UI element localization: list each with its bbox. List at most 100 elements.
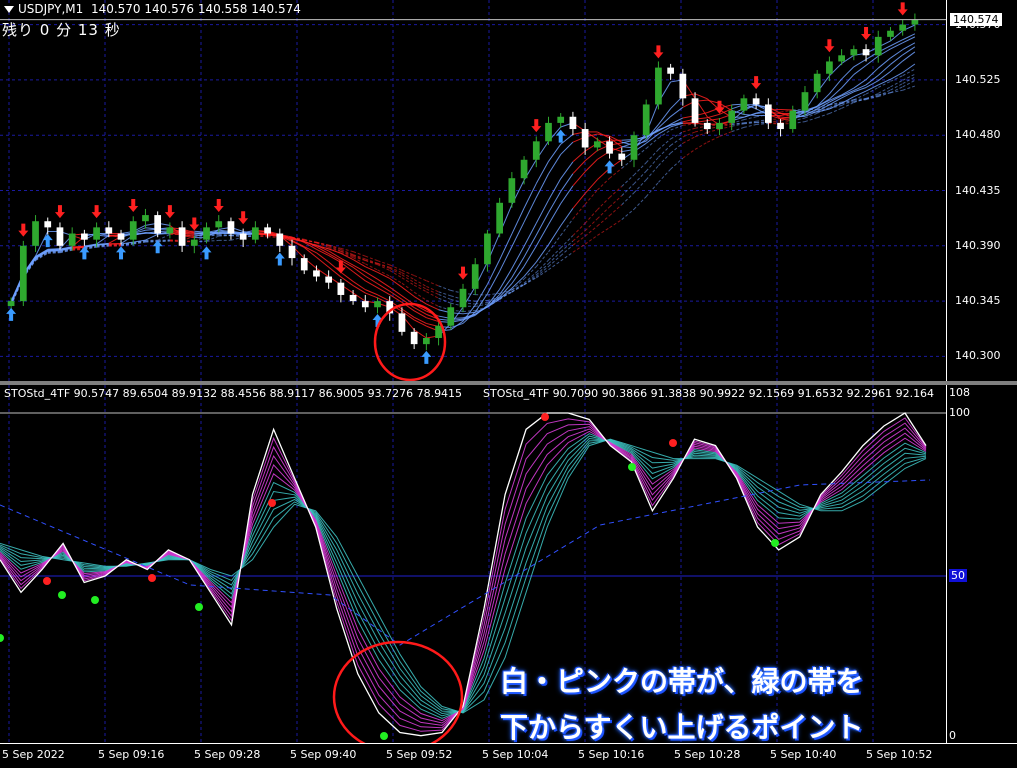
sell-arrow-icon — [751, 76, 761, 89]
ma-ribbon-segment — [719, 132, 731, 137]
candle-body — [765, 104, 772, 122]
ma-ribbon-segment — [890, 43, 902, 49]
sell-arrow-icon — [898, 2, 908, 15]
candle-body — [667, 68, 674, 74]
candle-body — [692, 98, 699, 123]
candle-body — [93, 227, 100, 239]
time-axis[interactable]: 5 Sep 20225 Sep 09:165 Sep 09:285 Sep 09… — [0, 743, 1017, 768]
ma-ribbon-segment — [548, 179, 560, 201]
ma-ribbon-segment — [573, 236, 585, 245]
ma-ribbon-segment — [610, 205, 622, 216]
buy-arrow-icon — [43, 234, 53, 247]
price-chart-pane[interactable] — [0, 0, 946, 381]
time-tick-label: 5 Sep 09:40 — [290, 748, 356, 761]
candle-body — [57, 227, 64, 245]
ma-ribbon-segment — [524, 246, 536, 266]
ma-ribbon-segment — [561, 219, 573, 236]
candle-body — [301, 258, 308, 270]
ma-ribbon-segment — [414, 296, 426, 304]
indicator-axis[interactable]: 108100500 — [946, 385, 1017, 743]
time-tick-label: 5 Sep 10:28 — [674, 748, 740, 761]
dropdown-triangle-icon[interactable] — [4, 6, 14, 13]
ma-ribbon-segment — [426, 289, 438, 294]
candle-body — [240, 234, 247, 240]
stochastic-buy-dot — [380, 732, 388, 740]
ma-ribbon-segment — [829, 79, 841, 94]
candle-body — [44, 221, 51, 227]
sell-arrow-icon — [55, 205, 65, 218]
ma-ribbon-segment — [646, 166, 658, 180]
sell-arrow-icon — [824, 39, 834, 52]
ma-ribbon-segment — [512, 246, 524, 268]
ma-ribbon-segment — [378, 288, 390, 295]
ma-ribbon-segment — [585, 219, 597, 231]
annotation-line-1: 白・ピンクの帯が、緑の帯を — [500, 660, 863, 700]
ma-ribbon-segment — [658, 139, 670, 150]
ma-ribbon-segment — [353, 255, 365, 260]
ma-ribbon-segment — [548, 204, 560, 225]
indicator-level-100-tag: 100 — [949, 406, 970, 419]
ma-ribbon-segment — [658, 169, 670, 182]
indicator-label-left: STOStd_4TF 90.5747 89.6504 89.9132 88.45… — [4, 387, 462, 400]
buy-arrow-icon — [202, 246, 212, 259]
ma-ribbon-segment — [744, 124, 756, 127]
candle-body — [521, 160, 528, 178]
candle-body — [167, 227, 174, 233]
ma-ribbon-segment — [316, 257, 328, 267]
candle-body — [69, 234, 76, 246]
ma-ribbon-segment — [158, 241, 170, 242]
indicator-axis-max: 108 — [949, 386, 970, 399]
ma-ribbon-segment — [585, 150, 597, 160]
ma-ribbon-segment — [622, 158, 634, 168]
ma-ribbon-segment — [854, 80, 866, 88]
stochastic-buy-dot — [0, 634, 4, 642]
ma-ribbon-segment — [536, 213, 548, 236]
ma-ribbon-segment — [707, 129, 719, 132]
candle-body — [374, 301, 381, 307]
ma-ribbon-segment — [512, 222, 524, 247]
ma-ribbon-segment — [890, 80, 902, 87]
ma-ribbon-segment — [536, 174, 548, 198]
candle-body — [484, 234, 491, 265]
candle-body — [105, 227, 112, 233]
ma-ribbon-segment — [414, 311, 426, 318]
ma-ribbon-segment — [585, 180, 597, 194]
candle-body — [655, 68, 662, 105]
ma-ribbon-segment — [585, 190, 597, 204]
ma-ribbon-segment — [341, 272, 353, 281]
candle-body — [81, 234, 88, 240]
ma-ribbon-segment — [475, 304, 487, 306]
candle-body — [142, 215, 149, 221]
ma-ribbon-segment — [622, 209, 634, 219]
price-chart-svg[interactable] — [0, 0, 946, 381]
candle-body — [350, 295, 357, 301]
highlight-circle — [375, 304, 445, 380]
price-axis[interactable]: 140.570140.525140.480140.435140.390140.3… — [946, 0, 1017, 381]
ma-ribbon-segment — [683, 149, 695, 158]
ma-ribbon-segment — [597, 197, 609, 209]
ma-ribbon-segment — [597, 207, 609, 219]
candle-body — [704, 123, 711, 129]
ma-ribbon-segment — [378, 284, 390, 292]
ma-ribbon-segment — [561, 208, 573, 225]
sell-arrow-icon — [531, 119, 541, 132]
ma-ribbon-segment — [597, 178, 609, 190]
stochastic-sell-dot — [148, 574, 156, 582]
ma-ribbon-segment — [548, 226, 560, 245]
ma-ribbon-segment — [695, 94, 707, 99]
candle-body — [447, 307, 454, 325]
candle-body — [215, 221, 222, 227]
ma-ribbon-segment — [536, 161, 548, 183]
ma-ribbon-segment — [707, 136, 719, 142]
candle-body — [264, 227, 271, 233]
price-tick-label: 140.300 — [955, 349, 1001, 362]
buy-arrow-icon — [153, 240, 163, 253]
ma-ribbon-segment — [683, 132, 695, 137]
candle-body — [716, 123, 723, 129]
candle-body — [203, 227, 210, 239]
candle-body — [411, 332, 418, 344]
candle-body — [728, 111, 735, 123]
candle-body — [850, 49, 857, 55]
ma-ribbon-segment — [890, 40, 902, 46]
ma-ribbon-segment — [500, 247, 512, 272]
